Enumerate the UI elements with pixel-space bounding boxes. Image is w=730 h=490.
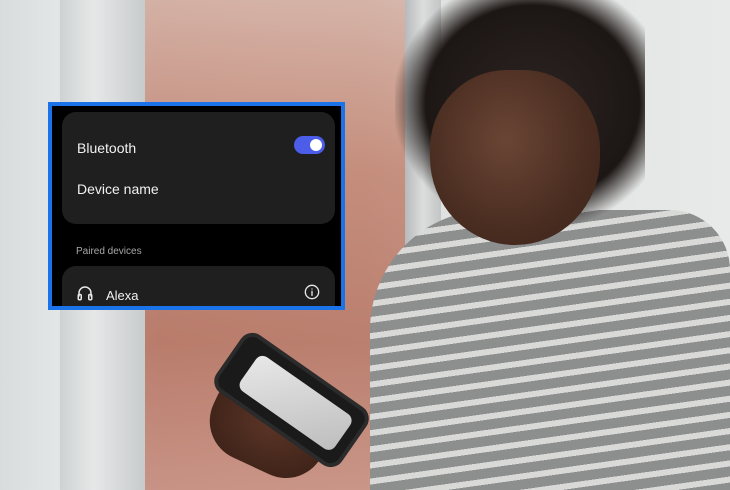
info-icon[interactable] — [304, 284, 320, 300]
bluetooth-label: Bluetooth — [77, 140, 137, 156]
bluetooth-card: Bluetooth Device name — [62, 112, 335, 224]
paired-device-row[interactable]: Alexa — [62, 266, 335, 306]
paired-device-name: Alexa — [106, 288, 139, 303]
headphones-icon — [77, 286, 93, 301]
bluetooth-toggle[interactable] — [294, 136, 325, 154]
striped-shirt — [370, 210, 730, 490]
face — [430, 70, 600, 245]
paired-devices-label: Paired devices — [76, 246, 142, 257]
toggle-knob — [310, 139, 322, 151]
bluetooth-settings-panel: Bluetooth Device name Paired devices Ale… — [48, 102, 345, 310]
device-name-item[interactable]: Device name — [77, 181, 159, 197]
